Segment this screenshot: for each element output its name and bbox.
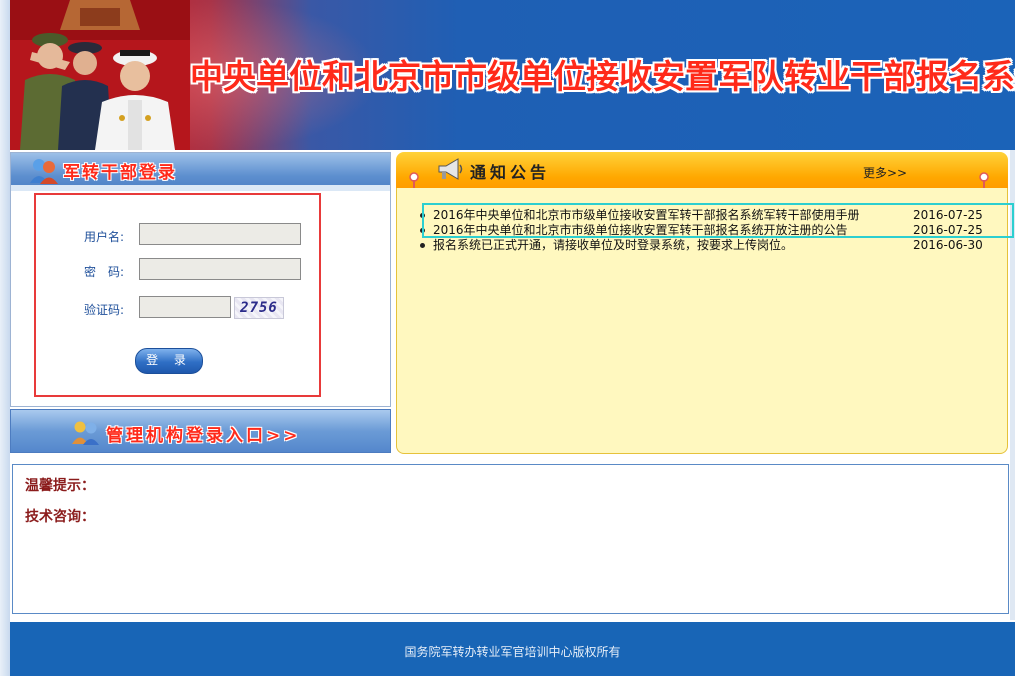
bullet-icon	[420, 243, 425, 248]
admin-login-label: 管理机构登录入口>>	[106, 426, 301, 446]
login-panel-header: 军转干部登录	[11, 153, 390, 191]
captcha-image[interactable]: 2756	[234, 297, 284, 319]
admin-users-icon	[72, 421, 99, 445]
login-header-stripe	[11, 185, 390, 191]
admin-login-entry[interactable]: 管理机构登录入口>>	[10, 409, 391, 453]
login-panel: 军转干部登录 用户名: 密 码: 验证码: 2756 登 录	[10, 152, 391, 407]
page-left-strip	[0, 0, 10, 676]
warm-tip-label: 温馨提示：	[25, 478, 95, 494]
megaphone-icon	[438, 158, 463, 180]
pin-icon-left	[409, 172, 419, 188]
notice-date: 2016-06-30	[913, 238, 983, 252]
notice-title[interactable]: 报名系统已正式开通，请接收单位及时登录系统，按要求上传岗位。	[433, 237, 793, 254]
login-button[interactable]: 登 录	[135, 348, 203, 374]
tech-consult-label: 技术咨询：	[25, 509, 95, 525]
username-input[interactable]	[139, 223, 301, 245]
copyright-text: 国务院军转办转业军官培训中心版权所有	[404, 645, 621, 659]
footer: 国务院军转办转业军官培训中心版权所有	[10, 622, 1015, 676]
users-icon	[30, 159, 58, 184]
login-panel-title: 军转干部登录	[63, 163, 177, 183]
notice-highlight-box	[422, 203, 1014, 238]
notice-panel: 通知公告 更多>> 2016年中央单位和北京市市级单位接收安置军转干部报名系统军…	[396, 152, 1008, 454]
username-label: 用户名:	[84, 230, 125, 244]
captcha-input[interactable]	[139, 296, 231, 318]
notice-panel-header: 通知公告 更多>>	[396, 152, 1008, 188]
notice-panel-title: 通知公告	[470, 163, 551, 182]
notice-item[interactable]: 报名系统已正式开通，请接收单位及时登录系统，按要求上传岗位。 2016-06-3…	[396, 237, 1008, 254]
password-label: 密 码:	[84, 265, 125, 279]
pin-icon-right	[979, 172, 989, 188]
tips-panel: 温馨提示： 技术咨询：	[12, 464, 1009, 614]
soldiers-illustration	[10, 0, 190, 150]
header-banner: 中央单位和北京市市级单位接收安置军队转业干部报名系统	[10, 0, 1015, 150]
login-form: 用户名: 密 码: 验证码: 2756 登 录	[34, 193, 321, 397]
password-input[interactable]	[139, 258, 301, 280]
captcha-label: 验证码:	[84, 303, 125, 317]
more-notices-link[interactable]: 更多>>	[863, 164, 907, 181]
system-title: 中央单位和北京市市级单位接收安置军队转业干部报名系统	[190, 57, 1015, 96]
